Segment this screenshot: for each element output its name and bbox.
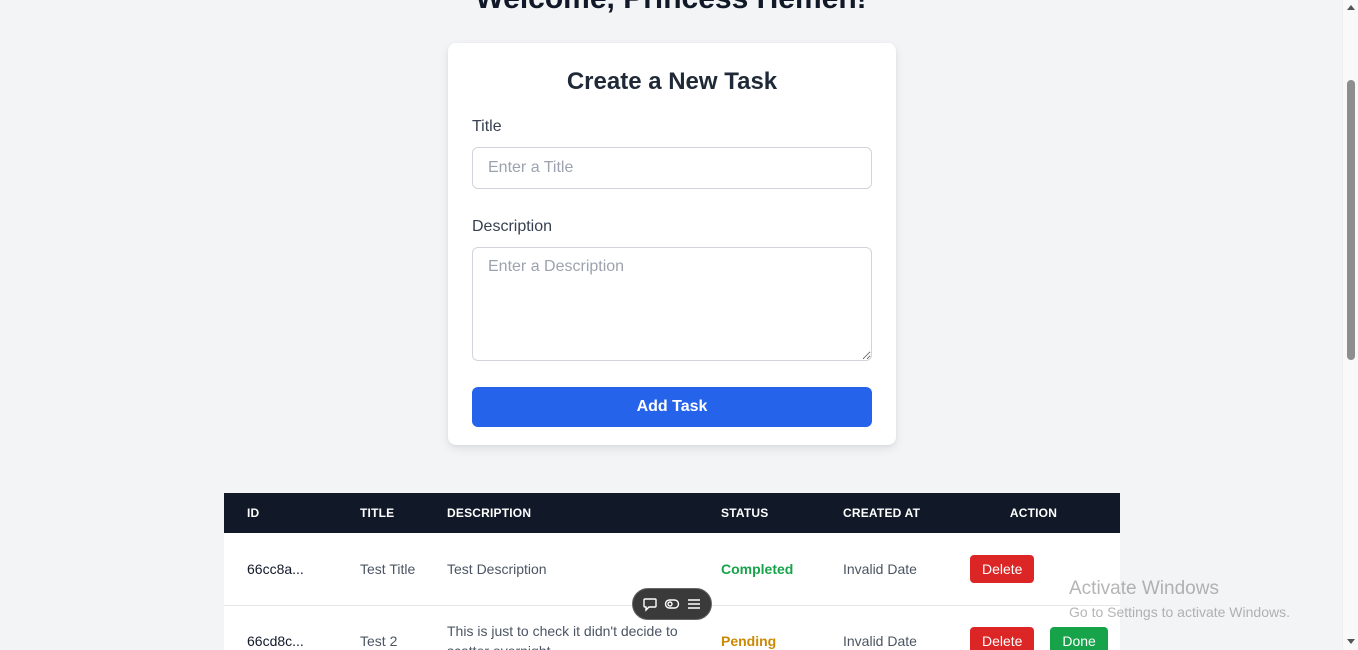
header-description: DESCRIPTION [447,506,532,520]
add-task-button[interactable]: Add Task [472,387,872,427]
create-task-card: Create a New Task Title Description Add … [448,43,896,445]
header-id: ID [247,506,260,520]
tasks-table: ID TITLE DESCRIPTION STATUS CREATED AT A… [224,493,1120,650]
description-label: Description [472,218,553,235]
task-status: Completed [698,533,820,606]
floating-toolbar [632,588,712,620]
delete-button[interactable]: Delete [970,627,1035,650]
comment-icon[interactable] [642,596,658,612]
title-label: Title [472,118,502,135]
header-created-at: CREATED AT [843,506,921,520]
header-status: STATUS [721,506,769,520]
tasks-table-container: ID TITLE DESCRIPTION STATUS CREATED AT A… [224,493,1120,650]
delete-button[interactable]: Delete [970,554,1035,583]
title-input[interactable] [472,147,872,189]
toggle-icon[interactable] [664,596,680,612]
task-title: Test Title [337,533,424,606]
create-task-heading: Create a New Task [566,68,778,95]
scrollbar-thumb[interactable] [1347,80,1355,360]
menu-icon[interactable] [686,596,702,612]
done-button[interactable]: Done [1050,627,1108,650]
task-created-at: Invalid Date [820,533,947,606]
task-title: Test 2 [337,605,424,650]
task-id: 66cc8a... [224,533,337,606]
description-textarea[interactable] [472,247,872,361]
windows-activation-watermark: Activate Windows Go to Settings to activ… [1069,578,1290,622]
watermark-title: Activate Windows [1069,578,1219,599]
scroll-down-arrow-icon[interactable] [1347,639,1355,644]
task-created-at: Invalid Date [820,605,947,650]
task-id: 66cd8c... [224,605,337,650]
welcome-heading: Welcome, Princess Hemen! [0,0,1342,16]
table-header-row: ID TITLE DESCRIPTION STATUS CREATED AT A… [224,493,1120,533]
header-title: TITLE [360,506,395,520]
page: Welcome, Princess Hemen! Create a New Ta… [0,0,1342,650]
task-status: Pending [698,605,820,650]
watermark-subtitle: Go to Settings to activate Windows. [1069,604,1290,620]
scroll-up-arrow-icon[interactable] [1347,5,1355,10]
vertical-scrollbar[interactable] [1342,0,1358,650]
header-action: ACTION [1009,506,1058,520]
